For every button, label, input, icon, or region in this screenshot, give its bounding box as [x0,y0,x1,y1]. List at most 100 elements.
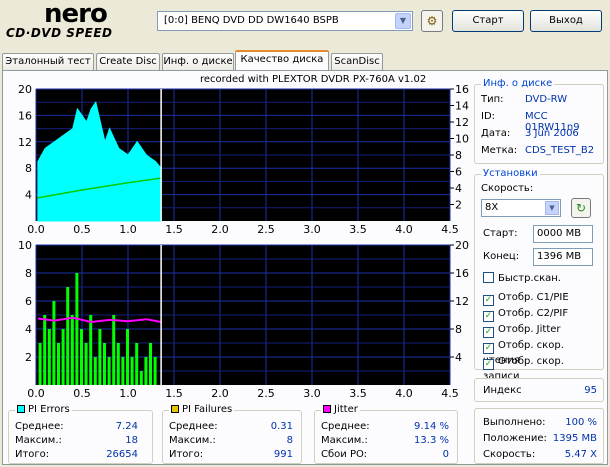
y-tick-label-left: 20 [18,84,32,96]
pi-failure-bar [38,343,42,385]
pi-failure-bar [84,343,88,385]
nero-logo: nero [44,0,108,29]
x-tick-label: 0.5 [73,387,91,400]
jitter-max-label: Максим.: [321,435,368,446]
done-value: 100 % [565,417,597,428]
pi-failure-bar [70,315,74,385]
tab-disc-info[interactable]: Инф. о диске [162,53,234,70]
drive-select-value: [0:0] BENQ DVD DD DW1640 BSPB [164,15,339,26]
y-tick-label-left: 4 [25,189,32,202]
pi-failures-group: PI Failures Среднее: 0.31 Максим.: 8 Ито… [162,404,302,464]
pi-failure-bar [153,357,157,385]
refresh-speed-button[interactable]: ↻ [571,198,591,218]
check-icon[interactable]: ✓ [483,343,494,354]
pi-failure-bar [112,315,116,385]
speed-select-value: 8X [485,202,499,213]
pi-errors-avg-label: Среднее: [15,421,64,432]
show-c1-pie-checkbox[interactable]: ✓ Отобр. C1/PIE [483,291,569,306]
x-tick-label: 0.5 [73,223,91,236]
tab-scandisc[interactable]: ScanDisc [331,53,383,70]
show-c2-pif-checkbox[interactable]: ✓ Отобр. C2/PIF [483,307,568,322]
show-jitter-checkbox[interactable]: ✓ Отобр. Jitter [483,323,561,338]
x-tick-label: 2.0 [211,387,229,400]
x-tick-label: 0.0 [27,387,45,400]
pi-errors-group: PI Errors Среднее: 7.24 Максим.: 18 Итог… [8,404,153,464]
settings-title: Установки [481,168,540,179]
x-tick-label: 3.0 [303,223,321,236]
checkbox-box[interactable] [483,272,494,283]
pi-failure-bar [135,343,139,385]
pi-errors-max-label: Максим.: [15,435,62,446]
end-label: Конец: [483,251,520,262]
pi-failure-bar [66,287,70,385]
index-value: 95 [584,385,597,396]
y-tick-label-right: 10 [455,133,469,146]
disc-date-value: 3 Jun 2006 [525,128,579,139]
check-icon[interactable]: ✓ [483,327,494,338]
x-tick-label: 4.5 [441,223,459,236]
checkbox-label: Отобр. Jitter [498,324,561,335]
magenta-square-icon [323,405,331,413]
pi-failure-bar [149,343,152,385]
pi-failures-avg-value: 0.31 [270,421,293,432]
y-tick-label-right: 4 [455,351,462,364]
y-tick-label-right: 12 [455,116,469,129]
x-tick-label: 1.5 [165,387,183,400]
x-tick-label: 1.5 [165,223,183,236]
tab-disc-quality[interactable]: Качество диска [235,50,329,70]
pi-errors-title: PI Errors [15,404,72,415]
pi-failure-bar [144,357,148,385]
pi-failure-bar [126,329,129,385]
disc-icon: ⚙ [426,14,438,28]
end-input[interactable]: 1396 MB [533,248,593,266]
start-input[interactable]: 0000 MB [533,225,593,243]
pi-failures-max-value: 8 [286,435,293,446]
pi-failure-bar [47,329,51,385]
x-tick-label: 2.5 [257,223,275,236]
y-tick-label-left: 4 [25,323,32,336]
drive-info-button[interactable]: ⚙ [421,10,443,32]
chevron-down-icon[interactable]: ▼ [395,13,411,29]
pi-failure-bar [103,343,106,385]
disc-date-label: Дата: [481,128,511,139]
y-tick-label-left: 10 [18,240,32,252]
chevron-down-icon[interactable]: ▼ [545,201,559,215]
exit-button[interactable]: Выход [530,10,602,32]
checkbox-label: Быстр.скан. [498,273,561,284]
y-tick-label-left: 16 [18,109,32,122]
x-tick-label: 2.0 [211,223,229,236]
position-label: Положение: [483,433,547,444]
pi-failures-total-value: 991 [273,449,293,460]
drive-select[interactable]: [0:0] BENQ DVD DD DW1640 BSPB ▼ [157,11,413,31]
pi-failure-bar [57,343,60,385]
jitter-avg-value: 9.14 % [414,421,449,432]
y-tick-label-right: 8 [455,149,462,162]
pi-failure-bar [93,357,97,385]
x-tick-label: 3.5 [349,223,367,236]
pi-failure-bar [43,315,47,385]
po-failures-value: 0 [442,449,449,460]
tab-benchmark[interactable]: Эталонный тест [2,53,94,70]
disc-label-value: CDS_TEST_B2 [525,145,595,156]
pi-failures-chart: 0.0 0.5 1.0 1.5 2.0 2.5 3.0 3.5 4.0 4.5 10 8 6 4 2 20 16… [18,240,469,400]
pi-failures-total-label: Итого: [169,449,204,460]
speed-select[interactable]: 8X ▼ [481,199,561,217]
speed-label: Скорость: [481,183,534,194]
settings-group: Установки Скорость: 8X ▼ ↻ Старт: 0000 M… [474,168,604,382]
index-group: Индекс 95 [474,378,604,402]
disc-type-value: DVD-RW [525,94,568,105]
x-tick-label: 1.0 [119,387,137,400]
y-tick-label-right: 20 [455,240,469,252]
pi-errors-avg-value: 7.24 [115,421,138,432]
quick-scan-checkbox[interactable]: Быстр.скан. [483,272,561,285]
cyan-square-icon [17,405,25,413]
y-tick-label-left: 2 [25,351,32,364]
check-icon[interactable]: ✓ [483,359,494,370]
x-tick-label: 4.0 [395,223,413,236]
check-icon[interactable]: ✓ [483,311,494,322]
check-icon[interactable]: ✓ [483,295,494,306]
pi-failure-bar [80,329,83,385]
start-button[interactable]: Старт [452,10,524,32]
tab-create-disc[interactable]: Create Disc [96,53,160,70]
pi-errors-total-value: 26654 [106,449,138,460]
